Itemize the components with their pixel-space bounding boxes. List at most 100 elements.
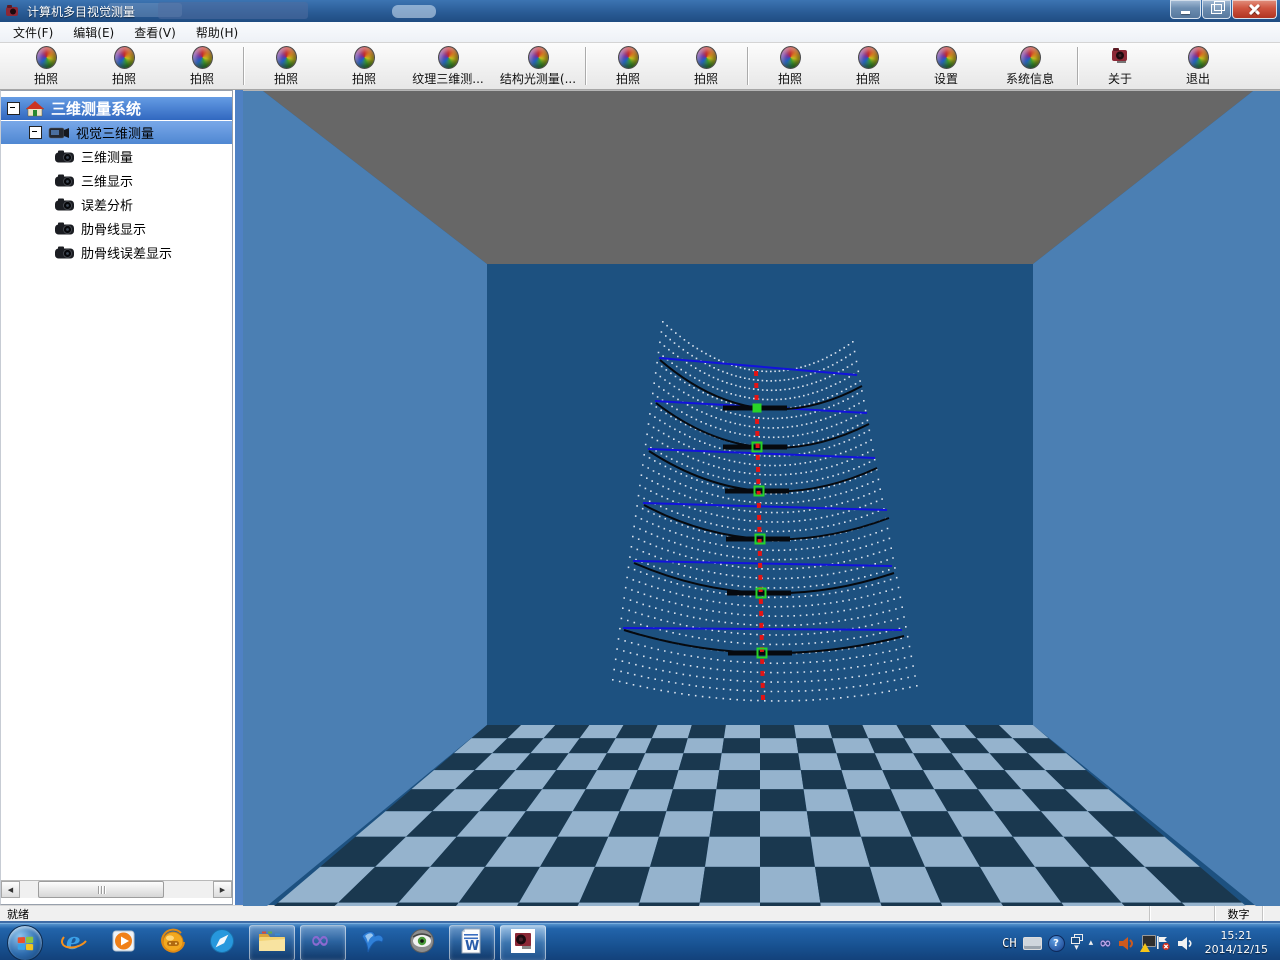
- toolbar-button-label: 拍照: [274, 70, 298, 87]
- restore-icon: [1211, 4, 1222, 14]
- taskbar-game-center[interactable]: [151, 926, 195, 960]
- main-area: 三维测量系统视觉三维测量三维测量三维显示误差分析肋骨线显示肋骨线误差显示 ◀ ▶: [0, 90, 1280, 905]
- toolbar-separator: [747, 47, 749, 85]
- toolbar-button-3-1[interactable]: 拍照: [829, 43, 907, 89]
- sidebar-tree-panel: 三维测量系统视觉三维测量三维测量三维显示误差分析肋骨线显示肋骨线误差显示 ◀ ▶: [0, 90, 233, 905]
- svg-text:W: W: [465, 939, 479, 954]
- titlebar: 计算机多目视觉测量: [0, 0, 1280, 22]
- toolbar-button-label: 拍照: [856, 70, 880, 87]
- tree-item-1[interactable]: 视觉三维测量: [1, 121, 232, 144]
- help-icon[interactable]: ?: [1048, 935, 1065, 952]
- toolbar-button-0-2[interactable]: 拍照: [163, 43, 241, 89]
- toolbar-separator: [1077, 47, 1079, 85]
- tree-item-0[interactable]: 三维测量系统: [1, 97, 232, 120]
- status-bar: 就绪 数字: [0, 905, 1280, 921]
- toolbar: 拍照拍照拍照拍照拍照纹理三维测...结构光测量(...拍照拍照拍照拍照设置系统信…: [0, 43, 1280, 90]
- svg-text:e: e: [66, 928, 81, 954]
- taskbar-eye-viewer[interactable]: [400, 926, 444, 960]
- device-warning-icon[interactable]: [1140, 935, 1150, 952]
- camera-icon: [1109, 46, 1131, 69]
- close-button[interactable]: [1232, 0, 1277, 19]
- toolbar-button-label: 拍照: [112, 70, 136, 87]
- toolbar-button-1-0[interactable]: 拍照: [247, 43, 325, 89]
- 3d-viewport[interactable]: [243, 90, 1280, 905]
- toolbar-button-label: 拍照: [694, 70, 718, 87]
- toolbar-button-0-0[interactable]: 拍照: [7, 43, 85, 89]
- taskbar-clock[interactable]: 15:21 2014/12/15: [1199, 929, 1274, 958]
- toolbar-button-4-0[interactable]: 关于: [1081, 43, 1159, 89]
- menu-item-3[interactable]: 帮助(H): [186, 21, 248, 44]
- toolbar-button-1-2[interactable]: 纹理三维测...: [403, 43, 493, 89]
- toolbar-button-3-0[interactable]: 拍照: [751, 43, 829, 89]
- scrollbar-thumb[interactable]: [38, 881, 164, 898]
- menu-item-2[interactable]: 查看(V): [124, 21, 186, 44]
- toolbar-separator: [243, 47, 245, 85]
- toolbar-button-3-2[interactable]: 设置: [907, 43, 985, 89]
- recording-speaker-icon[interactable]: [1118, 936, 1134, 951]
- tree-expander-minus[interactable]: [7, 102, 20, 115]
- window-title: 计算机多目视觉测量: [27, 3, 135, 20]
- toolbar-button-4-1[interactable]: 退出: [1159, 43, 1237, 89]
- toolbar-button-label: 拍照: [190, 70, 214, 87]
- camera-icon: [55, 222, 75, 235]
- toolbar-button-label: 拍照: [352, 70, 376, 87]
- scroll-right-arrow[interactable]: ▶: [213, 881, 232, 898]
- restore-button[interactable]: [1202, 0, 1231, 19]
- tree-item-4[interactable]: 误差分析: [1, 193, 232, 216]
- minimize-button[interactable]: [1170, 0, 1201, 19]
- color-sphere-icon: [1020, 46, 1041, 69]
- menu-item-0[interactable]: 文件(F): [3, 21, 63, 44]
- taskbar: e∞W CH ? ▾ ▴ ∞ 15:21: [0, 923, 1280, 960]
- menu-item-1[interactable]: 编辑(E): [63, 21, 124, 44]
- camcorder-icon: [48, 125, 70, 140]
- scene-canvas: [243, 91, 1280, 906]
- color-sphere-icon: [618, 46, 639, 69]
- taskbar-internet-explorer[interactable]: e: [53, 926, 97, 960]
- tree-item-6[interactable]: 肋骨线误差显示: [1, 241, 232, 264]
- language-indicator[interactable]: CH: [1002, 936, 1016, 950]
- system-tray: CH ? ▾ ▴ ∞ 15:21 2014/12/15: [1002, 929, 1280, 958]
- volume-icon[interactable]: [1177, 936, 1193, 951]
- taskbar-compass-browser[interactable]: [200, 926, 244, 960]
- color-sphere-icon: [36, 46, 57, 69]
- taskbar-word[interactable]: W: [449, 925, 495, 960]
- clock-date: 2014/12/15: [1205, 943, 1268, 957]
- taskbar-vision-app[interactable]: [500, 925, 546, 960]
- scroll-left-arrow[interactable]: ◀: [1, 881, 20, 898]
- toolbar-button-3-3[interactable]: 系统信息: [985, 43, 1075, 89]
- close-icon: [1248, 4, 1261, 15]
- start-button[interactable]: [7, 925, 43, 960]
- background-window-ghost: [158, 2, 308, 19]
- toolbar-button-label: 拍照: [778, 70, 802, 87]
- toolbar-button-label: 退出: [1186, 70, 1210, 87]
- scrollbar-track[interactable]: [20, 881, 213, 898]
- show-hidden-icons[interactable]: ▴: [1089, 939, 1094, 947]
- tree-expander-minus[interactable]: [29, 126, 42, 139]
- toolbar-button-2-0[interactable]: 拍照: [589, 43, 667, 89]
- tree-item-3[interactable]: 三维显示: [1, 169, 232, 192]
- toolbar-button-1-3[interactable]: 结构光测量(...: [493, 43, 583, 89]
- toolbar-button-1-1[interactable]: 拍照: [325, 43, 403, 89]
- tree-item-5[interactable]: 肋骨线显示: [1, 217, 232, 240]
- game-center-icon: [160, 928, 187, 958]
- panel-splitter[interactable]: [233, 90, 243, 905]
- visual-studio-tray-icon[interactable]: ∞: [1099, 938, 1112, 948]
- taskbar-file-explorer[interactable]: [249, 925, 295, 960]
- tree-item-label: 肋骨线显示: [81, 219, 146, 238]
- visual-studio-icon: ∞: [309, 930, 337, 956]
- sidebar-horizontal-scrollbar[interactable]: ◀ ▶: [1, 880, 232, 898]
- action-center-flag-icon[interactable]: [1156, 935, 1171, 951]
- taskbar-thunder[interactable]: [351, 926, 395, 960]
- color-sphere-icon: [354, 46, 375, 69]
- taskbar-media-player[interactable]: [102, 926, 146, 960]
- color-sphere-icon: [858, 46, 879, 69]
- toolbar-button-2-1[interactable]: 拍照: [667, 43, 745, 89]
- tree-item-2[interactable]: 三维测量: [1, 145, 232, 168]
- taskbar-visual-studio[interactable]: ∞: [300, 925, 346, 960]
- window-restore-icon[interactable]: ▾: [1071, 934, 1083, 952]
- keyboard-icon[interactable]: [1023, 937, 1042, 950]
- tree-item-label: 三维显示: [81, 171, 133, 190]
- tree-item-label: 视觉三维测量: [76, 123, 154, 142]
- toolbar-button-label: 系统信息: [1006, 70, 1054, 87]
- toolbar-button-0-1[interactable]: 拍照: [85, 43, 163, 89]
